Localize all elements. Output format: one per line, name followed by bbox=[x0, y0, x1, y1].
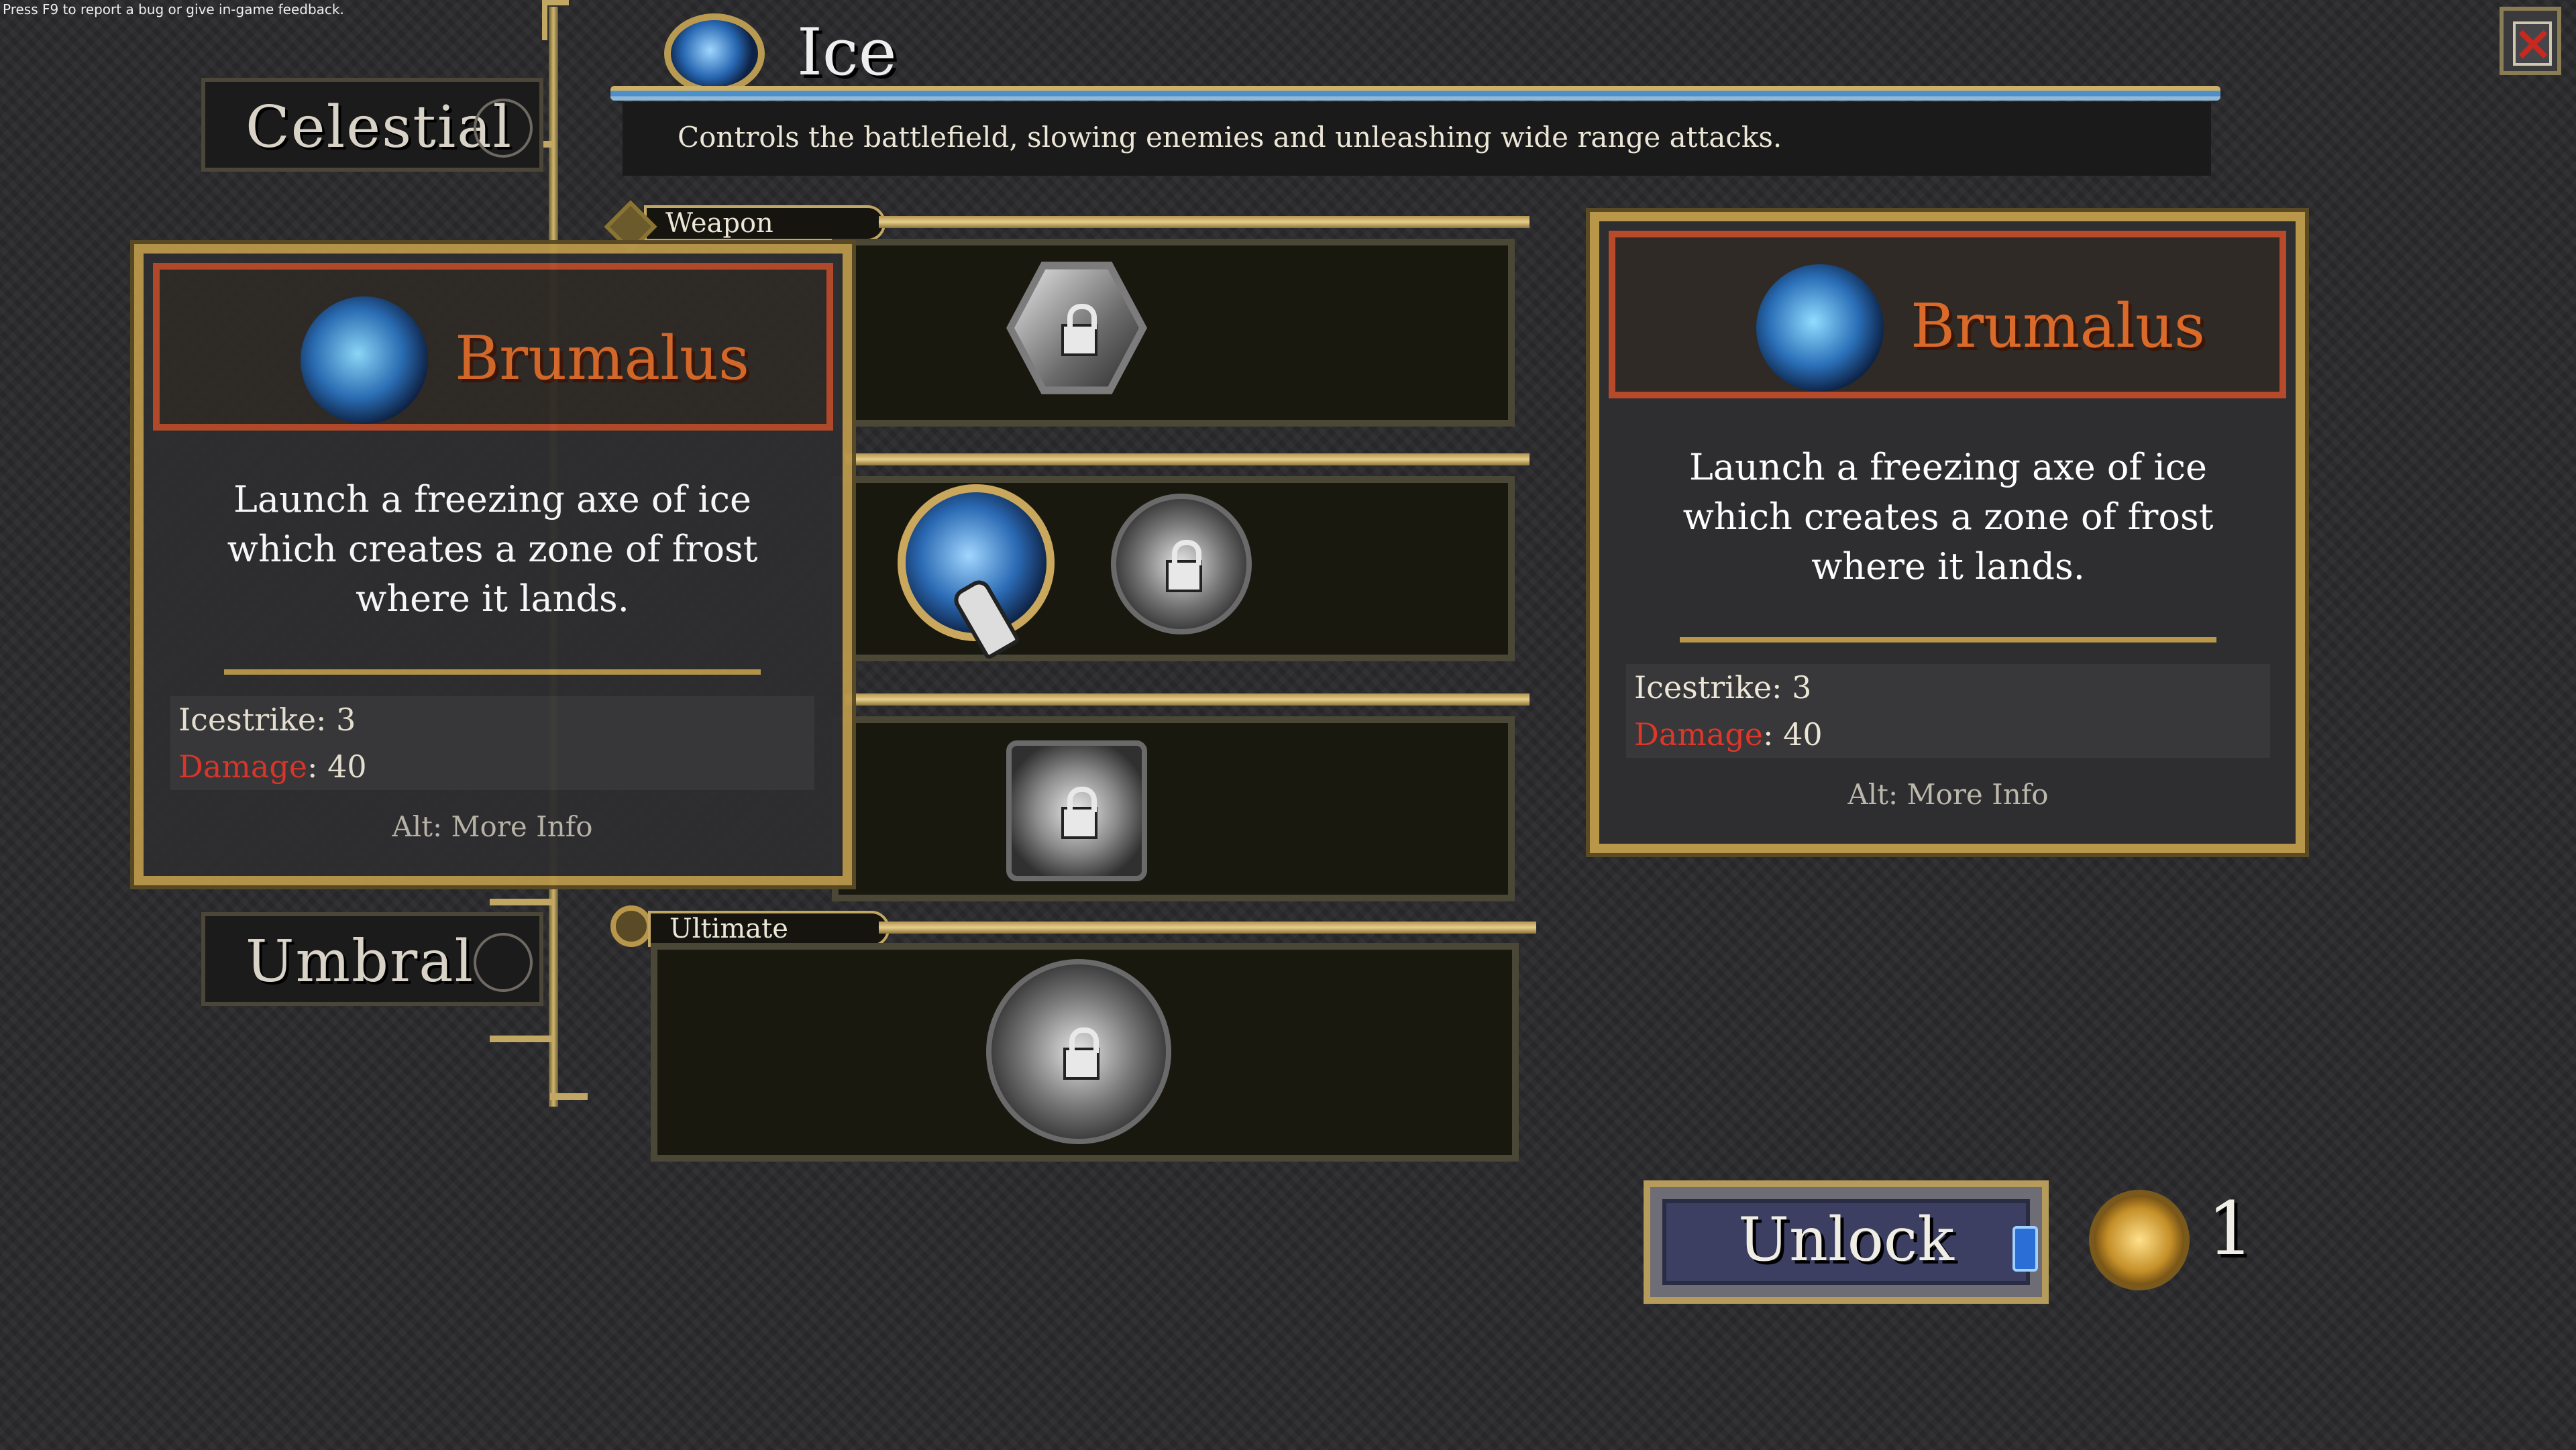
unlock-button[interactable]: Unlock bbox=[1644, 1180, 2049, 1304]
item-description: Launch a freezing axe of ice which creat… bbox=[227, 478, 758, 620]
ward-slot-locked[interactable] bbox=[1006, 740, 1147, 881]
tooltip-hover: Brumalus Launch a freezing axe of ice wh… bbox=[134, 244, 852, 885]
page-title: Ice bbox=[797, 15, 897, 90]
tree-branch bbox=[490, 899, 553, 905]
item-name: Brumalus bbox=[1911, 291, 2206, 361]
ice-element-icon bbox=[664, 13, 765, 94]
stat-label: Icestrike bbox=[1634, 669, 1772, 706]
more-info-hint: Alt: More Info bbox=[1847, 778, 2049, 811]
ward-slot-box bbox=[832, 716, 1515, 901]
category-label: Umbral bbox=[246, 928, 474, 995]
stat-value: 3 bbox=[1792, 669, 1812, 706]
tree-branch bbox=[550, 1093, 588, 1100]
detail-divider bbox=[1680, 637, 2216, 643]
close-icon bbox=[2513, 21, 2552, 66]
umbral-emblem-icon bbox=[474, 933, 533, 992]
item-name: Brumalus bbox=[455, 323, 750, 394]
section-divider bbox=[845, 693, 1529, 706]
stat-label: Icestrike bbox=[178, 702, 317, 738]
section-divider bbox=[845, 453, 1529, 465]
section-divider bbox=[879, 922, 1536, 934]
section-label-ultimate: Ultimate bbox=[648, 911, 890, 947]
detail-header: Brumalus bbox=[1609, 231, 2286, 398]
tooltip-divider bbox=[224, 669, 761, 675]
lock-icon bbox=[1166, 540, 1202, 592]
lock-icon bbox=[1061, 787, 1097, 839]
ultimate-slot-locked[interactable] bbox=[986, 959, 1171, 1144]
stat-value: 40 bbox=[327, 748, 367, 785]
category-tab-umbral[interactable]: Umbral bbox=[201, 912, 543, 1006]
brumalus-icon bbox=[1756, 264, 1884, 392]
unlock-label: Unlock bbox=[1738, 1205, 1954, 1275]
close-button[interactable] bbox=[2500, 7, 2561, 75]
stat-row-icestrike: Icestrike: 3 bbox=[170, 696, 814, 743]
stat-value: 3 bbox=[336, 702, 356, 738]
tooltip-header: Brumalus bbox=[153, 263, 833, 431]
tree-branch bbox=[490, 1036, 553, 1042]
stat-label: Damage bbox=[1634, 716, 1764, 752]
stat-row-icestrike: Icestrike: 3 bbox=[1626, 664, 2270, 711]
celestial-emblem-icon bbox=[474, 99, 533, 158]
category-label: Celestial bbox=[246, 94, 513, 161]
stat-row-damage: Damage: 40 bbox=[170, 743, 814, 790]
spell-slot-locked[interactable] bbox=[1111, 494, 1252, 634]
lock-icon bbox=[1063, 1027, 1099, 1080]
section-divider bbox=[879, 216, 1529, 228]
element-description: Controls the battlefield, slowing enemie… bbox=[678, 121, 1782, 154]
header-divider bbox=[610, 86, 2220, 101]
item-description: Launch a freezing axe of ice which creat… bbox=[1682, 446, 2214, 588]
weapon-slot-box bbox=[832, 239, 1515, 427]
skill-point-icon bbox=[2089, 1190, 2190, 1290]
item-detail-panel: Brumalus Launch a freezing axe of ice wh… bbox=[1590, 212, 2305, 853]
feedback-hint: Press F9 to report a bug or give in-game… bbox=[3, 1, 344, 17]
brumalus-icon bbox=[301, 296, 428, 424]
stat-label: Damage bbox=[178, 748, 308, 785]
stat-row-damage: Damage: 40 bbox=[1626, 711, 2270, 758]
category-tab-celestial[interactable]: Celestial bbox=[201, 78, 543, 172]
more-info-hint: Alt: More Info bbox=[392, 810, 593, 843]
skill-point-count: 1 bbox=[2207, 1186, 2254, 1272]
ultimate-marker-icon bbox=[610, 905, 652, 947]
lock-icon bbox=[1061, 304, 1097, 356]
key-hint-icon bbox=[2012, 1226, 2038, 1272]
stat-value: 40 bbox=[1783, 716, 1823, 752]
section-label-weapon: Weapon bbox=[644, 205, 885, 241]
